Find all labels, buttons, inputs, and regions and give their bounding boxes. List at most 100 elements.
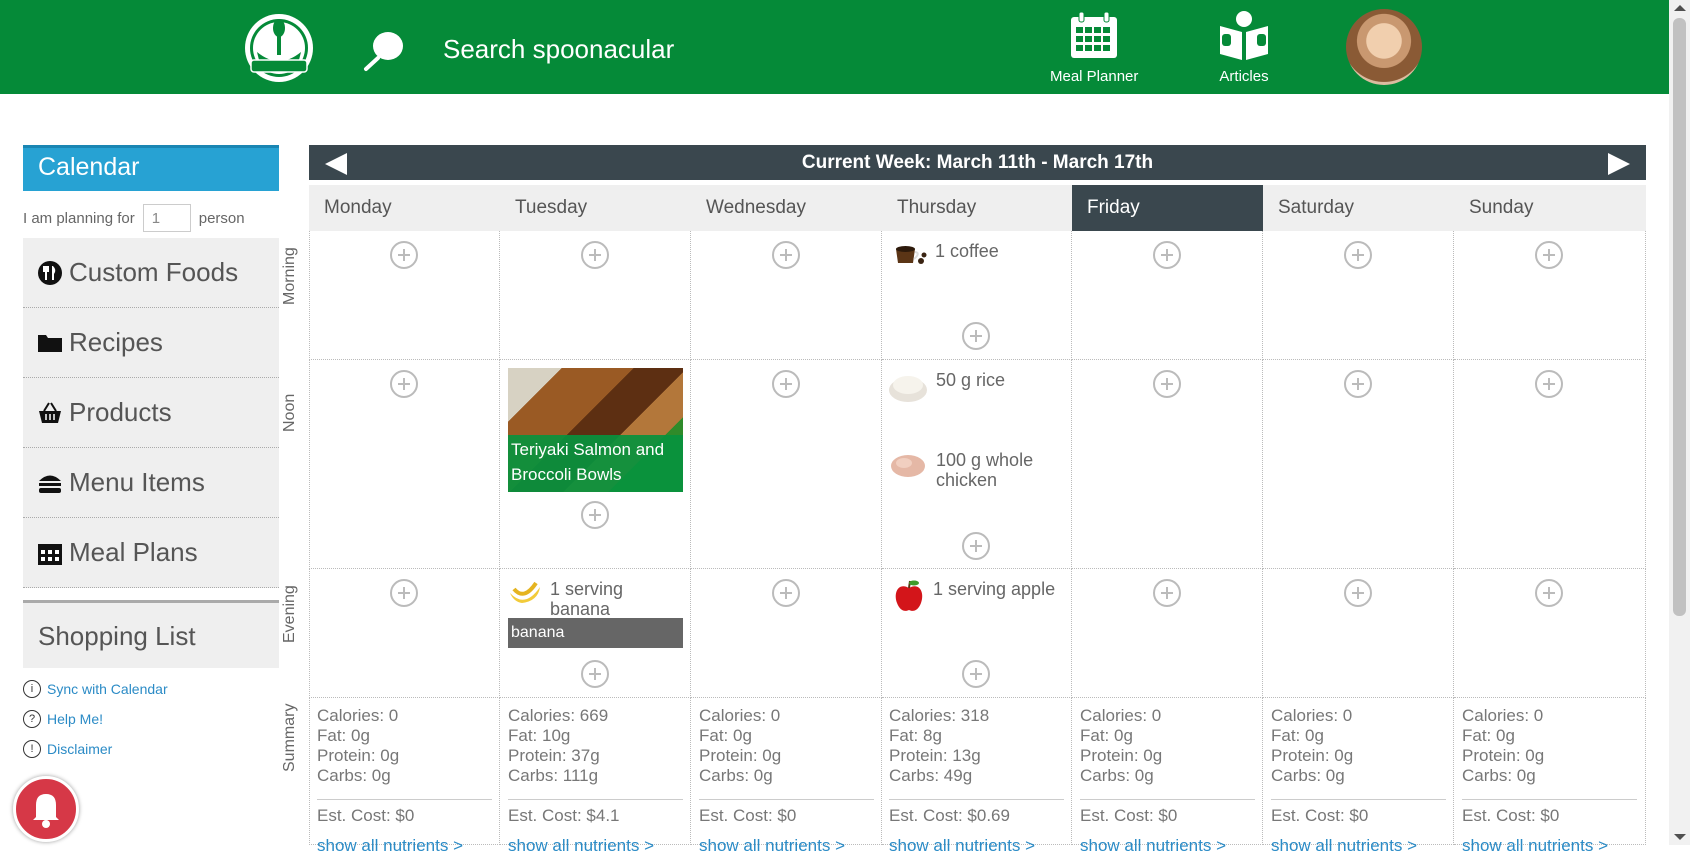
show-all-nutrients-link[interactable]: show all nutrients > (699, 836, 874, 856)
day-header-friday: Friday (1072, 185, 1263, 231)
summary-protein: Protein: 0g (1271, 746, 1354, 765)
show-all-nutrients-link[interactable]: show all nutrients > (317, 836, 492, 856)
meal-item-chicken[interactable]: 100 g whole chicken (888, 450, 1038, 490)
nav-articles[interactable]: Articles (1218, 10, 1270, 85)
day-summary: Calories: 318 Fat: 8g Protein: 13g Carbs: 4… (889, 706, 1064, 856)
scroll-down-icon[interactable] (1674, 834, 1686, 840)
notification-bell-button[interactable] (13, 776, 79, 842)
add-meal-button[interactable] (1535, 241, 1563, 269)
next-week-icon[interactable] (1608, 153, 1630, 175)
add-meal-button[interactable] (581, 241, 609, 269)
spoonacular-logo[interactable] (241, 8, 317, 86)
scrollbar-thumb[interactable] (1673, 18, 1686, 616)
sidebar: Calendar I am planning for person Custom… (23, 145, 279, 764)
summary-carbs: Carbs: 0g (1462, 766, 1536, 785)
user-avatar[interactable] (1346, 9, 1422, 85)
search-input[interactable]: Search spoonacular (443, 34, 674, 65)
nav-meal-planner[interactable]: Meal Planner (1050, 10, 1138, 85)
add-meal-button[interactable] (962, 532, 990, 560)
show-all-nutrients-link[interactable]: show all nutrients > (889, 836, 1064, 856)
day-summary: Calories: 0 Fat: 0g Protein: 0g Carbs: 0g Es… (1080, 706, 1255, 856)
shopping-list-button[interactable]: Shopping List (23, 600, 279, 668)
add-meal-button[interactable] (390, 370, 418, 398)
show-all-nutrients-link[interactable]: show all nutrients > (508, 836, 683, 856)
add-meal-button[interactable] (1535, 579, 1563, 607)
meal-item-apple[interactable]: 1 serving apple (893, 579, 1055, 613)
calendar-icon (1071, 11, 1118, 58)
sidebar-item-recipes[interactable]: Recipes (23, 308, 279, 378)
person-count-input[interactable] (142, 204, 191, 232)
day-header-wednesday: Wednesday (691, 185, 882, 231)
add-meal-button[interactable] (962, 322, 990, 350)
add-meal-button[interactable] (1153, 370, 1181, 398)
add-meal-button[interactable] (390, 241, 418, 269)
summary-calories: Calories: 0 (1271, 706, 1353, 725)
add-meal-button[interactable] (772, 579, 800, 607)
add-meal-button[interactable] (1153, 579, 1181, 607)
meal-item-coffee[interactable]: 1 coffee (893, 241, 999, 269)
meal-item-label-bar[interactable]: banana (508, 618, 683, 648)
sidebar-item-meal-plans[interactable]: Meal Plans (23, 518, 279, 588)
summary-protein: Protein: 0g (1080, 746, 1163, 765)
summary-protein: Protein: 13g (889, 746, 981, 765)
meal-item-banana[interactable]: 1 serving banana (508, 579, 678, 619)
summary-fat: Fat: 10g (508, 726, 571, 745)
help-link[interactable]: ? Help Me! (23, 704, 279, 734)
nav-label: Articles (1219, 68, 1269, 85)
burger-icon (39, 475, 61, 493)
add-meal-button[interactable] (962, 660, 990, 688)
add-meal-button[interactable] (772, 370, 800, 398)
search-icon[interactable] (362, 28, 406, 72)
summary-fat: Fat: 0g (317, 726, 370, 745)
summary-protein: Protein: 0g (317, 746, 400, 765)
show-all-nutrients-link[interactable]: show all nutrients > (1462, 836, 1637, 856)
summary-cost: Est. Cost: $0.69 (889, 799, 1064, 826)
folder-icon (38, 334, 62, 352)
sidebar-calendar-tab[interactable]: Calendar (23, 145, 279, 191)
notice-icon: ! (23, 740, 41, 758)
add-meal-button[interactable] (1153, 241, 1181, 269)
summary-calories: Calories: 318 (889, 706, 990, 725)
sidebar-item-products[interactable]: Products (23, 378, 279, 448)
summary-calories: Calories: 0 (1462, 706, 1544, 725)
summary-calories: Calories: 0 (699, 706, 781, 725)
add-meal-button[interactable] (581, 660, 609, 688)
add-meal-button[interactable] (1344, 579, 1372, 607)
week-navigation: Current Week: March 11th - March 17th (309, 145, 1646, 180)
show-all-nutrients-link[interactable]: show all nutrients > (1080, 836, 1255, 856)
scroll-up-icon[interactable] (1674, 5, 1686, 11)
summary-calories: Calories: 0 (1080, 706, 1162, 725)
disclaimer-link[interactable]: ! Disclaimer (23, 734, 279, 764)
add-meal-button[interactable] (1535, 370, 1563, 398)
day-summary: Calories: 0 Fat: 0g Protein: 0g Carbs: 0g Es… (1462, 706, 1637, 856)
planning-for: I am planning for person (23, 191, 279, 238)
summary-cost: Est. Cost: $0 (1271, 799, 1446, 826)
summary-cost: Est. Cost: $0 (1080, 799, 1255, 826)
sync-calendar-link[interactable]: i Sync with Calendar (23, 674, 279, 704)
week-title: Current Week: March 11th - March 17th (801, 152, 1154, 173)
help-icon: ? (23, 710, 41, 728)
recipe-card-teriyaki-salmon[interactable]: Teriyaki Salmon and Broccoli Bowls (508, 368, 683, 492)
add-meal-button[interactable] (772, 241, 800, 269)
sidebar-item-custom-foods[interactable]: Custom Foods (23, 238, 279, 308)
sidebar-item-label: Menu Items (69, 467, 205, 497)
previous-week-icon[interactable] (325, 153, 347, 175)
summary-cost: Est. Cost: $0 (317, 799, 492, 826)
bell-icon (33, 794, 59, 828)
summary-carbs: Carbs: 0g (317, 766, 391, 785)
sidebar-item-label: Recipes (69, 327, 163, 357)
summary-cost: Est. Cost: $0 (699, 799, 874, 826)
row-label-morning: Morning (281, 247, 298, 305)
show-all-nutrients-link[interactable]: show all nutrients > (1271, 836, 1446, 856)
summary-fat: Fat: 8g (889, 726, 942, 745)
day-header-thursday: Thursday (882, 185, 1072, 231)
book-reader-icon (1220, 11, 1268, 60)
link-label: Sync with Calendar (47, 681, 168, 697)
add-meal-button[interactable] (1344, 370, 1372, 398)
summary-fat: Fat: 0g (1080, 726, 1133, 745)
add-meal-button[interactable] (1344, 241, 1372, 269)
add-meal-button[interactable] (390, 579, 418, 607)
add-meal-button[interactable] (581, 501, 609, 529)
meal-item-rice[interactable]: 50 g rice (888, 370, 1005, 404)
sidebar-item-menu-items[interactable]: Menu Items (23, 448, 279, 518)
